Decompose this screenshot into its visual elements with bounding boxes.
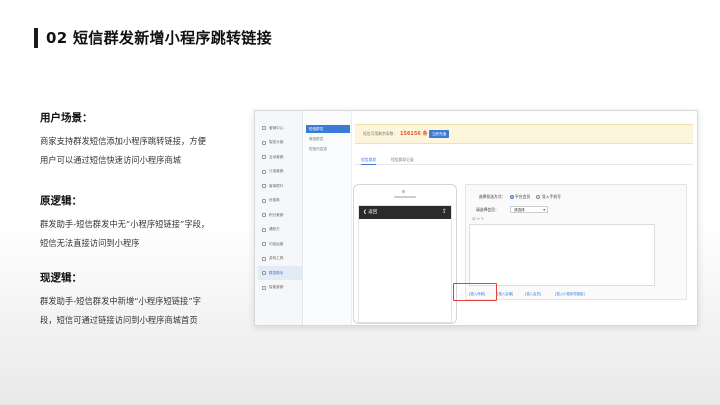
primary-nav-label: 优惠券 <box>269 198 280 202</box>
primary-nav-item[interactable]: 群发助手 <box>258 266 302 280</box>
tab-bar: 短信群发 短信群发记录 <box>355 155 693 165</box>
phone-back-button[interactable]: ❮ 返回 <box>363 209 377 215</box>
primary-nav-item[interactable]: 营销中心 <box>258 121 302 135</box>
secondary-nav-item[interactable]: 短信群发 <box>306 125 350 133</box>
sms-balance-bar: 短信可用剩余条数： 156156 条 立即充值 <box>355 124 693 144</box>
secondary-nav-item[interactable]: 微信群发 <box>306 135 350 143</box>
recharge-button[interactable]: 立即充值 <box>429 129 449 138</box>
primary-nav-item[interactable]: 积分营销 <box>258 208 302 222</box>
tab-sms-send[interactable]: 短信群发 <box>361 156 377 165</box>
menu-icon <box>262 227 266 232</box>
insert-shop-link[interactable]: [插入店铺] <box>497 291 513 296</box>
menu-icon <box>262 198 266 203</box>
old-logic-line-2: 短信无法直接访问到小程序 <box>40 238 140 248</box>
primary-nav-item[interactable]: 通知方 <box>258 223 302 237</box>
scenario-line-2: 用户可以通过短信快速访问小程序商城 <box>40 155 182 165</box>
menu-icon <box>262 285 266 290</box>
radio-on-icon <box>509 195 514 199</box>
send-mode-row: 选择发送方式： 平台会员 导入手机号 <box>474 194 561 200</box>
primary-nav-label: 裂变分销 <box>269 140 284 144</box>
scenario-heading: 用户场景： <box>40 112 93 124</box>
old-logic-line-1: 群发助手-短信群发中无“小程序短链接”字段， <box>40 219 210 229</box>
new-logic-line-1: 群发助手-短信群发中新增“小程序短链接”字 <box>40 296 201 306</box>
phone-preview: ❮ 返回 ⇪ <box>353 184 457 324</box>
phone-screen: ❮ 返回 ⇪ <box>358 205 452 323</box>
primary-nav-label: 游戏工具 <box>269 256 284 260</box>
scenario-section: 用户场景： 商家支持群发短信添加小程序跳转链接，方便 用户可以通过短信快速访问小… <box>40 110 250 170</box>
menu-icon <box>262 155 266 159</box>
new-logic-heading: 现逻辑： <box>40 272 82 284</box>
primary-nav-item[interactable]: 优惠券 <box>258 194 302 208</box>
radio-platform-member[interactable]: 平台会员 <box>509 194 531 199</box>
secondary-nav: 短信群发微信群发短信内容选 <box>304 111 352 325</box>
primary-nav: 营销中心裂变分销互动营销订阅营销客单提升优惠券积分营销通知方内容运营游戏工具群发… <box>255 111 303 325</box>
member-select-value: 请选择 <box>514 208 525 212</box>
menu-icon <box>262 271 266 275</box>
tab-sms-history[interactable]: 短信群发记录 <box>391 156 414 165</box>
insert-member-link[interactable]: [插入会员] <box>525 291 541 296</box>
secondary-nav-item[interactable]: 短信内容选 <box>306 145 350 153</box>
phone-speaker-slot <box>394 196 416 198</box>
primary-nav-item[interactable]: 裂变分销 <box>258 136 302 150</box>
phone-camera <box>402 190 405 193</box>
new-logic-section: 现逻辑： 群发助手-短信群发中新增“小程序短链接”字 段，短信可通过链接访问到小… <box>40 270 250 330</box>
chevron-down-icon: ▾ <box>543 208 545 212</box>
product-screenshot: 营销中心裂变分销互动营销订阅营销客单提升优惠券积分营销通知方内容运营游戏工具群发… <box>254 110 698 326</box>
phone-back-label: 返回 <box>368 210 378 215</box>
title-accent-bar <box>34 28 38 48</box>
primary-nav-label: 互动营销 <box>269 154 284 159</box>
old-logic-section: 原逻辑： 群发助手-短信群发中无“小程序短链接”字段， 短信无法直接访问到小程序 <box>40 193 250 253</box>
radio-off-icon <box>536 195 541 199</box>
primary-nav-item[interactable]: 客单提升 <box>258 179 302 193</box>
old-logic-heading: 原逻辑： <box>40 195 82 207</box>
sms-editor-panel: 选择发送方式： 平台会员 导入手机号 请选择会员： 请选择 ▾ ☺ ✂ ✎ [插… <box>465 184 687 300</box>
primary-nav-label: 内容运营 <box>269 241 284 246</box>
primary-nav-label: 智能营销 <box>269 285 284 289</box>
primary-nav-label: 积分营销 <box>269 212 284 217</box>
required-marker-icon <box>474 195 476 199</box>
primary-nav-label: 通知方 <box>269 227 280 231</box>
radio-import-phone-label: 导入手机号 <box>541 194 561 199</box>
share-icon[interactable]: ⇪ <box>442 208 447 215</box>
phone-top-bar: ❮ 返回 ⇪ <box>359 206 451 219</box>
member-select[interactable]: 请选择 ▾ <box>510 206 548 213</box>
menu-icon <box>262 256 266 261</box>
scenario-line-1: 商家支持群发短信添加小程序跳转链接，方便 <box>40 136 206 146</box>
new-logic-line-2: 段，短信可通过链接访问到小程序商城首页 <box>40 315 198 325</box>
menu-icon <box>262 169 266 174</box>
balance-value: 156156 条 <box>400 131 428 137</box>
primary-nav-label: 营销中心 <box>269 125 284 130</box>
balance-label: 短信可用剩余条数： <box>363 131 398 136</box>
menu-icon <box>262 242 266 246</box>
primary-nav-item[interactable]: 订阅营销 <box>258 165 302 179</box>
main-content: 短信可用剩余条数： 156156 条 立即充值 短信群发 短信群发记录 ❮ 返回… <box>353 111 697 325</box>
menu-icon <box>262 140 266 145</box>
sms-content-textarea[interactable] <box>469 224 655 286</box>
primary-nav-item[interactable]: 互动营销 <box>258 150 302 164</box>
primary-nav-item[interactable]: 游戏工具 <box>258 252 302 266</box>
radio-import-phone[interactable]: 导入手机号 <box>536 194 561 199</box>
slide-title: 02 短信群发新增小程序跳转链接 <box>46 29 272 47</box>
menu-icon <box>262 126 266 130</box>
primary-nav-label: 群发助手 <box>269 270 284 275</box>
member-select-label: 请选择会员： <box>476 207 499 212</box>
radio-platform-member-label: 平台会员 <box>515 194 531 199</box>
primary-nav-label: 客单提升 <box>269 183 284 188</box>
highlight-box <box>453 283 497 301</box>
primary-nav-item[interactable]: 内容运营 <box>258 237 302 251</box>
send-mode-label: 选择发送方式： <box>478 194 506 199</box>
editor-toolbar[interactable]: ☺ ✂ ✎ <box>472 217 484 221</box>
menu-icon <box>262 184 266 188</box>
insert-miniprogram-link[interactable]: [插入小程序短链接] <box>555 291 585 296</box>
primary-nav-item[interactable]: 智能营销 <box>258 281 302 295</box>
primary-nav-label: 订阅营销 <box>269 169 284 173</box>
menu-icon <box>262 213 266 217</box>
